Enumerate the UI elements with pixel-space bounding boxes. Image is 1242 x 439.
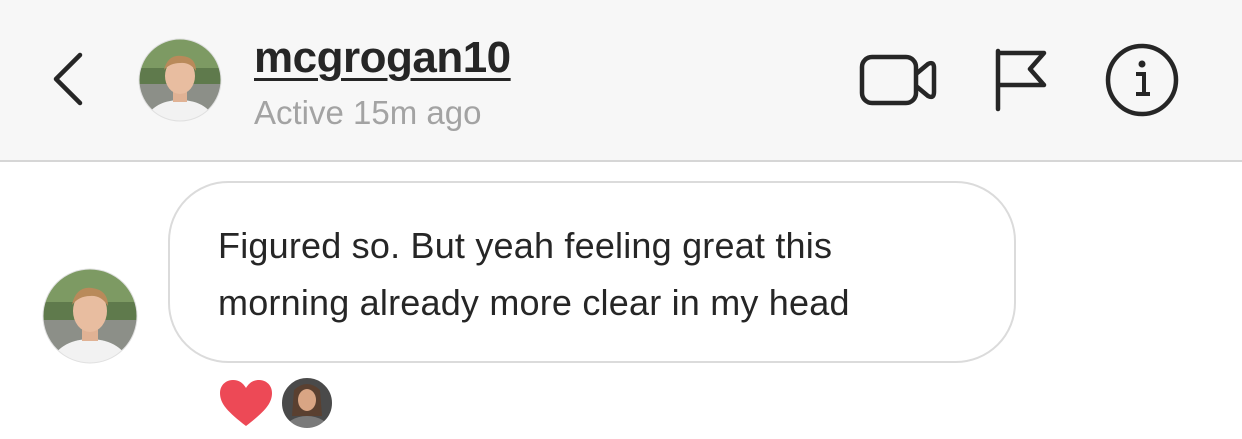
video-camera-icon	[859, 54, 937, 106]
message-bubble[interactable]: Figured so. But yeah feeling great this …	[168, 181, 1016, 363]
heart-icon[interactable]	[218, 378, 274, 428]
message-line: Figured so. But yeah feeling great this	[218, 225, 833, 266]
back-button[interactable]	[40, 46, 96, 112]
report-button[interactable]	[986, 44, 1052, 116]
info-button[interactable]	[1102, 43, 1182, 117]
direct-message-screen: mcgrogan10 Active 15m ago Figured so. Bu…	[0, 0, 1242, 439]
message-text: Figured so. But yeah feeling great this …	[218, 217, 968, 331]
reactor-avatar[interactable]	[280, 376, 334, 430]
video-call-button[interactable]	[856, 44, 940, 116]
chat-header: mcgrogan10 Active 15m ago	[0, 0, 1242, 162]
avatar[interactable]	[138, 38, 222, 122]
username[interactable]: mcgrogan10	[254, 32, 511, 84]
active-status: Active 15m ago	[254, 94, 482, 131]
flag-icon	[995, 48, 1047, 112]
info-icon	[1105, 43, 1179, 117]
message-line: morning already more clear in my head	[218, 282, 850, 323]
chevron-left-icon	[53, 52, 83, 106]
sender-avatar[interactable]	[42, 268, 138, 364]
